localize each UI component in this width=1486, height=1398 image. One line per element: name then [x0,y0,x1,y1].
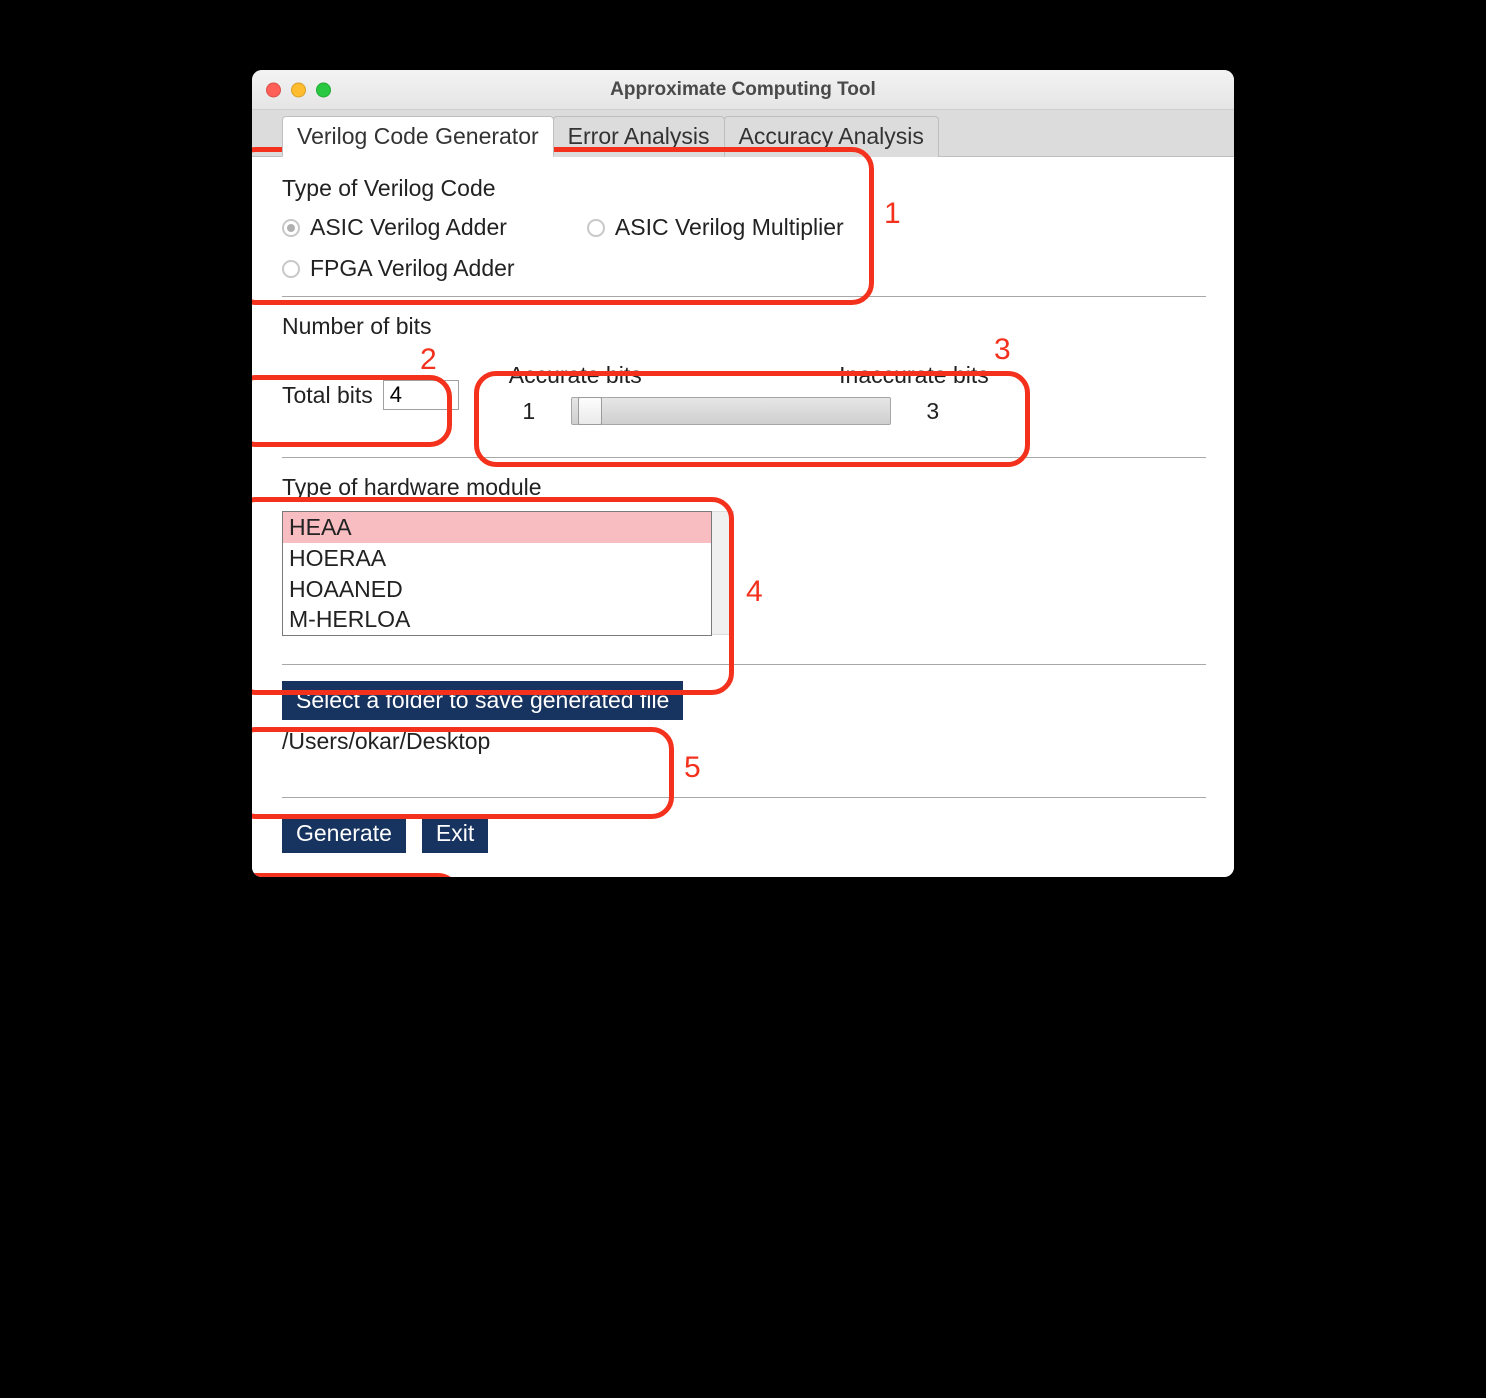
radio-asic-verilog-multiplier[interactable]: ASIC Verilog Multiplier [587,214,844,241]
divider [282,296,1206,297]
section-folder: Select a folder to save generated file /… [282,681,1206,755]
section-module-heading: Type of hardware module [282,474,1206,501]
tab-error-analysis[interactable]: Error Analysis [553,116,725,157]
divider [282,457,1206,458]
titlebar: Approximate Computing Tool [252,70,1234,110]
accurate-bits-label: Accurate bits [509,362,642,389]
tab-content: Type of Verilog Code ASIC Verilog Adder … [252,157,1234,877]
window-title: Approximate Computing Tool [252,79,1234,101]
tab-accuracy-analysis[interactable]: Accuracy Analysis [724,116,939,157]
radio-dot-icon [282,219,300,237]
slider-thumb-icon[interactable] [578,397,602,425]
radio-label: ASIC Verilog Adder [310,214,507,241]
bits-slider-block: Accurate bits Inaccurate bits 1 3 [509,362,989,425]
total-bits-label: Total bits [282,382,373,409]
window-minimize-button[interactable] [291,82,306,97]
generate-button[interactable]: Generate [282,814,406,853]
app-window: Approximate Computing Tool Verilog Code … [252,70,1234,877]
radio-asic-verilog-adder[interactable]: ASIC Verilog Adder [282,214,507,241]
select-folder-button[interactable]: Select a folder to save generated file [282,681,683,720]
exit-button[interactable]: Exit [422,814,488,853]
radio-fpga-verilog-adder[interactable]: FPGA Verilog Adder [282,255,515,282]
verilog-type-radio-group: ASIC Verilog Adder ASIC Verilog Multipli… [282,214,1206,282]
total-bits-input[interactable] [383,380,459,410]
radio-dot-icon [587,219,605,237]
window-zoom-button[interactable] [316,82,331,97]
listbox-scrollbar[interactable] [712,511,734,635]
selected-folder-path: /Users/okar/Desktop [282,728,1206,755]
accurate-bits-value: 1 [509,398,549,425]
inaccurate-bits-value: 3 [913,398,953,425]
section-hardware-module: Type of hardware module HEAA HOERAA HOAA… [282,474,1206,636]
list-item[interactable]: HOERAA [283,543,711,574]
section-verilog-type: Type of Verilog Code ASIC Verilog Adder … [282,175,1206,282]
tabstrip: Verilog Code Generator Error Analysis Ac… [252,110,1234,157]
traffic-lights [266,82,331,97]
action-buttons: Generate Exit [282,814,1206,853]
radio-dot-icon [282,260,300,278]
section-number-of-bits: Number of bits Total bits Accurate bits … [282,313,1206,425]
annotation-box-6 [252,873,460,877]
section-verilog-type-heading: Type of Verilog Code [282,175,1206,202]
total-bits-field: Total bits [282,380,459,410]
list-item[interactable]: HEAA [283,512,711,543]
section-bits-heading: Number of bits [282,313,1206,340]
annotation-number-5: 5 [684,751,701,785]
bits-slider[interactable] [571,397,891,425]
radio-label: ASIC Verilog Multiplier [615,214,844,241]
divider [282,797,1206,798]
inaccurate-bits-label: Inaccurate bits [839,362,989,389]
list-item[interactable]: HOAANED [283,574,711,605]
list-item[interactable]: M-HERLOA [283,604,711,635]
hardware-module-listbox[interactable]: HEAA HOERAA HOAANED M-HERLOA [282,511,712,636]
divider [282,664,1206,665]
radio-label: FPGA Verilog Adder [310,255,515,282]
tab-verilog-code-generator[interactable]: Verilog Code Generator [282,116,554,157]
window-close-button[interactable] [266,82,281,97]
